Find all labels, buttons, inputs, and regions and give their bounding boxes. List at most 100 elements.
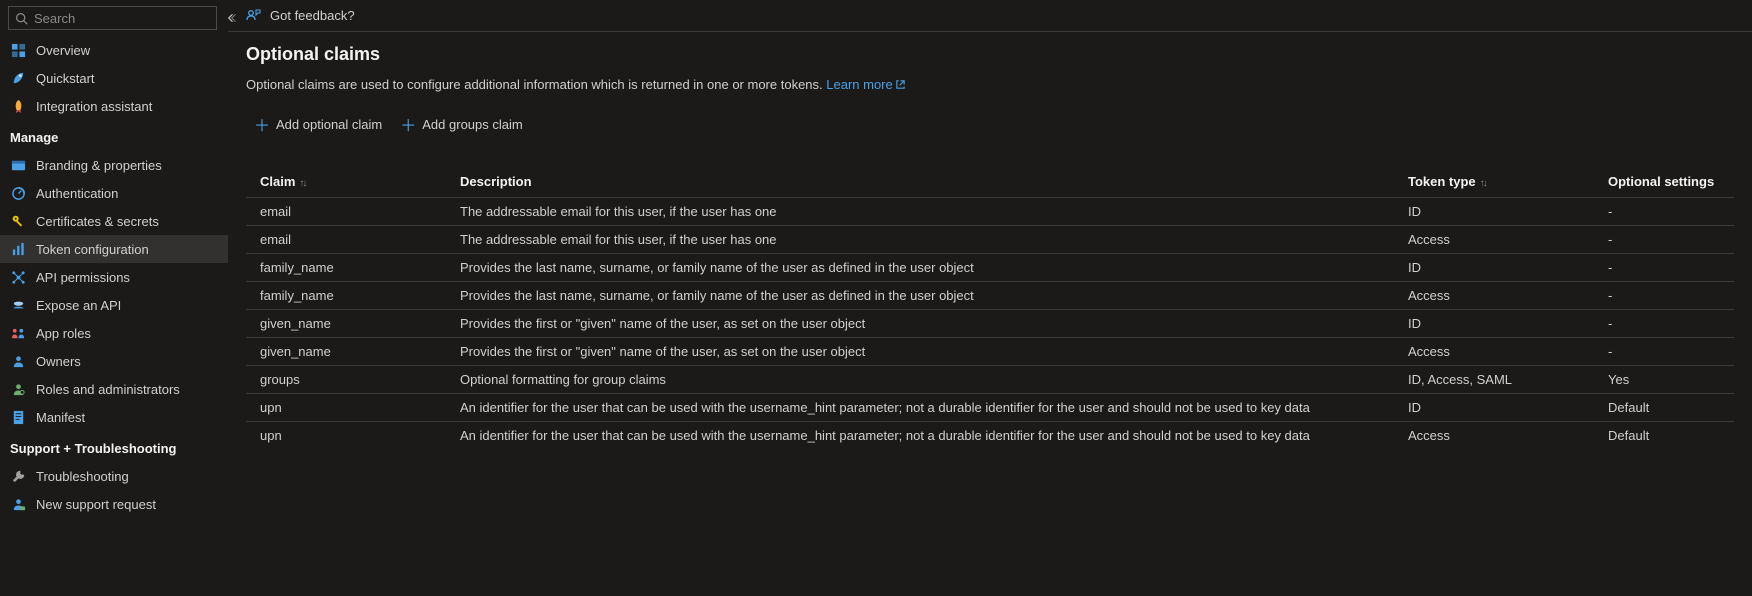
cell-description: The addressable email for this user, if … [446, 226, 1394, 254]
cell-claim: upn [246, 394, 446, 422]
sidebar-sections: Manage Branding & properties Authenticatio… [0, 120, 228, 518]
sidebar-item-token-configuration[interactable]: Token configuration [0, 235, 228, 263]
cell-optional-settings: - [1594, 338, 1734, 366]
sidebar-item-integration-assistant[interactable]: Integration assistant [0, 92, 228, 120]
sidebar-item-manifest[interactable]: Manifest [0, 403, 228, 431]
cell-optional-settings: - [1594, 226, 1734, 254]
sidebar: OverviewQuickstartIntegration assistant … [0, 0, 228, 596]
table-row[interactable]: emailThe addressable email for this user… [246, 226, 1734, 254]
sidebar-top-items: Overview QuickstartIntegration assistant [0, 36, 228, 120]
col-header-token-type[interactable]: Token type↑↓ [1394, 166, 1594, 198]
search-icon [15, 12, 28, 25]
table-row[interactable]: given_nameProvides the first or "given" … [246, 310, 1734, 338]
cell-token-type: ID [1394, 310, 1594, 338]
sidebar-item-app-roles[interactable]: App roles [0, 319, 228, 347]
sidebar-item-label: Overview [36, 43, 90, 58]
search-row [0, 0, 228, 36]
cell-claim: email [246, 198, 446, 226]
cell-claim: upn [246, 422, 446, 450]
cell-claim: email [246, 226, 446, 254]
sidebar-item-label: Token configuration [36, 242, 149, 257]
table-row[interactable]: given_nameProvides the first or "given" … [246, 338, 1734, 366]
cell-description: Provides the first or "given" name of th… [446, 310, 1394, 338]
sidebar-item-label: App roles [36, 326, 91, 341]
sidebar-item-label: Branding & properties [36, 158, 162, 173]
token-icon [10, 241, 26, 257]
feedback-link[interactable]: Got feedback? [270, 8, 355, 23]
cell-description: An identifier for the user that can be u… [446, 394, 1394, 422]
cell-optional-settings: Yes [1594, 366, 1734, 394]
cell-optional-settings: Default [1594, 422, 1734, 450]
sidebar-item-label: Roles and administrators [36, 382, 180, 397]
col-header-description[interactable]: Description [446, 166, 1394, 198]
sidebar-item-new-support-request[interactable]: New support request [0, 490, 228, 518]
cell-claim: groups [246, 366, 446, 394]
cell-token-type: Access [1394, 422, 1594, 450]
sidebar-item-certificates-secrets[interactable]: Certificates & secrets [0, 207, 228, 235]
cell-claim: family_name [246, 254, 446, 282]
main-area: Got feedback? Optional claims Optional c… [228, 0, 1752, 596]
top-bar: Got feedback? [228, 0, 1752, 32]
table-row[interactable]: family_nameProvides the last name, surna… [246, 254, 1734, 282]
search-input[interactable] [34, 11, 210, 26]
page-description: Optional claims are used to configure ad… [246, 77, 1734, 92]
cell-token-type: Access [1394, 338, 1594, 366]
cell-optional-settings: Default [1594, 394, 1734, 422]
app-roles-icon [10, 325, 26, 341]
owners-icon [10, 353, 26, 369]
add-groups-claim-button[interactable]: ＋ Add groups claim [400, 110, 522, 138]
actions-row: ＋ Add optional claim ＋ Add groups claim [246, 110, 1734, 138]
sidebar-item-label: Manifest [36, 410, 85, 425]
sidebar-item-label: Troubleshooting [36, 469, 129, 484]
add-optional-claim-button[interactable]: ＋ Add optional claim [254, 110, 382, 138]
sidebar-section-header: Manage [0, 120, 228, 151]
col-header-optional-settings[interactable]: Optional settings [1594, 166, 1734, 198]
cell-token-type: Access [1394, 226, 1594, 254]
cell-claim: given_name [246, 310, 446, 338]
sidebar-item-roles-and-administrators[interactable]: Roles and administrators [0, 375, 228, 403]
cell-token-type: ID [1394, 198, 1594, 226]
plus-icon: ＋ [254, 112, 270, 136]
cell-description: An identifier for the user that can be u… [446, 422, 1394, 450]
table-row[interactable]: upnAn identifier for the user that can b… [246, 422, 1734, 450]
sort-icon: ↑↓ [299, 178, 305, 189]
sidebar-item-api-permissions[interactable]: API permissions [0, 263, 228, 291]
roles-admin-icon [10, 381, 26, 397]
cell-token-type: ID, Access, SAML [1394, 366, 1594, 394]
cell-claim: family_name [246, 282, 446, 310]
col-header-claim[interactable]: Claim↑↓ [246, 166, 446, 198]
cell-token-type: ID [1394, 254, 1594, 282]
quickstart-icon [10, 70, 26, 86]
sidebar-item-label: Certificates & secrets [36, 214, 159, 229]
learn-more-link[interactable]: Learn more [826, 77, 905, 92]
sidebar-item-expose-an-api[interactable]: Expose an API [0, 291, 228, 319]
cell-optional-settings: - [1594, 254, 1734, 282]
table-row[interactable]: emailThe addressable email for this user… [246, 198, 1734, 226]
cell-description: Provides the last name, surname, or fami… [446, 254, 1394, 282]
sidebar-item-owners[interactable]: Owners [0, 347, 228, 375]
sidebar-item-troubleshooting[interactable]: Troubleshooting [0, 462, 228, 490]
cell-description: The addressable email for this user, if … [446, 198, 1394, 226]
sidebar-item-label: Owners [36, 354, 81, 369]
cell-description: Optional formatting for group claims [446, 366, 1394, 394]
sidebar-item-branding-properties[interactable]: Branding & properties [0, 151, 228, 179]
cell-description: Provides the first or "given" name of th… [446, 338, 1394, 366]
wrench-icon [10, 468, 26, 484]
sidebar-item-overview[interactable]: Overview [0, 36, 228, 64]
cell-optional-settings: - [1594, 282, 1734, 310]
table-row[interactable]: upnAn identifier for the user that can b… [246, 394, 1734, 422]
sidebar-item-quickstart[interactable]: Quickstart [0, 64, 228, 92]
table-row[interactable]: groupsOptional formatting for group clai… [246, 366, 1734, 394]
sidebar-item-label: New support request [36, 497, 156, 512]
feedback-icon [246, 8, 262, 24]
table-row[interactable]: family_nameProvides the last name, surna… [246, 282, 1734, 310]
claims-table: Claim↑↓ Description Token type↑↓ Optiona… [246, 166, 1734, 450]
sidebar-item-authentication[interactable]: Authentication [0, 179, 228, 207]
sidebar-section-header: Support + Troubleshooting [0, 431, 228, 462]
cell-optional-settings: - [1594, 310, 1734, 338]
content: Optional claims Optional claims are used… [228, 32, 1752, 596]
rocket-icon [10, 98, 26, 114]
api-perm-icon [10, 269, 26, 285]
search-box[interactable] [8, 6, 217, 30]
key-icon [10, 213, 26, 229]
